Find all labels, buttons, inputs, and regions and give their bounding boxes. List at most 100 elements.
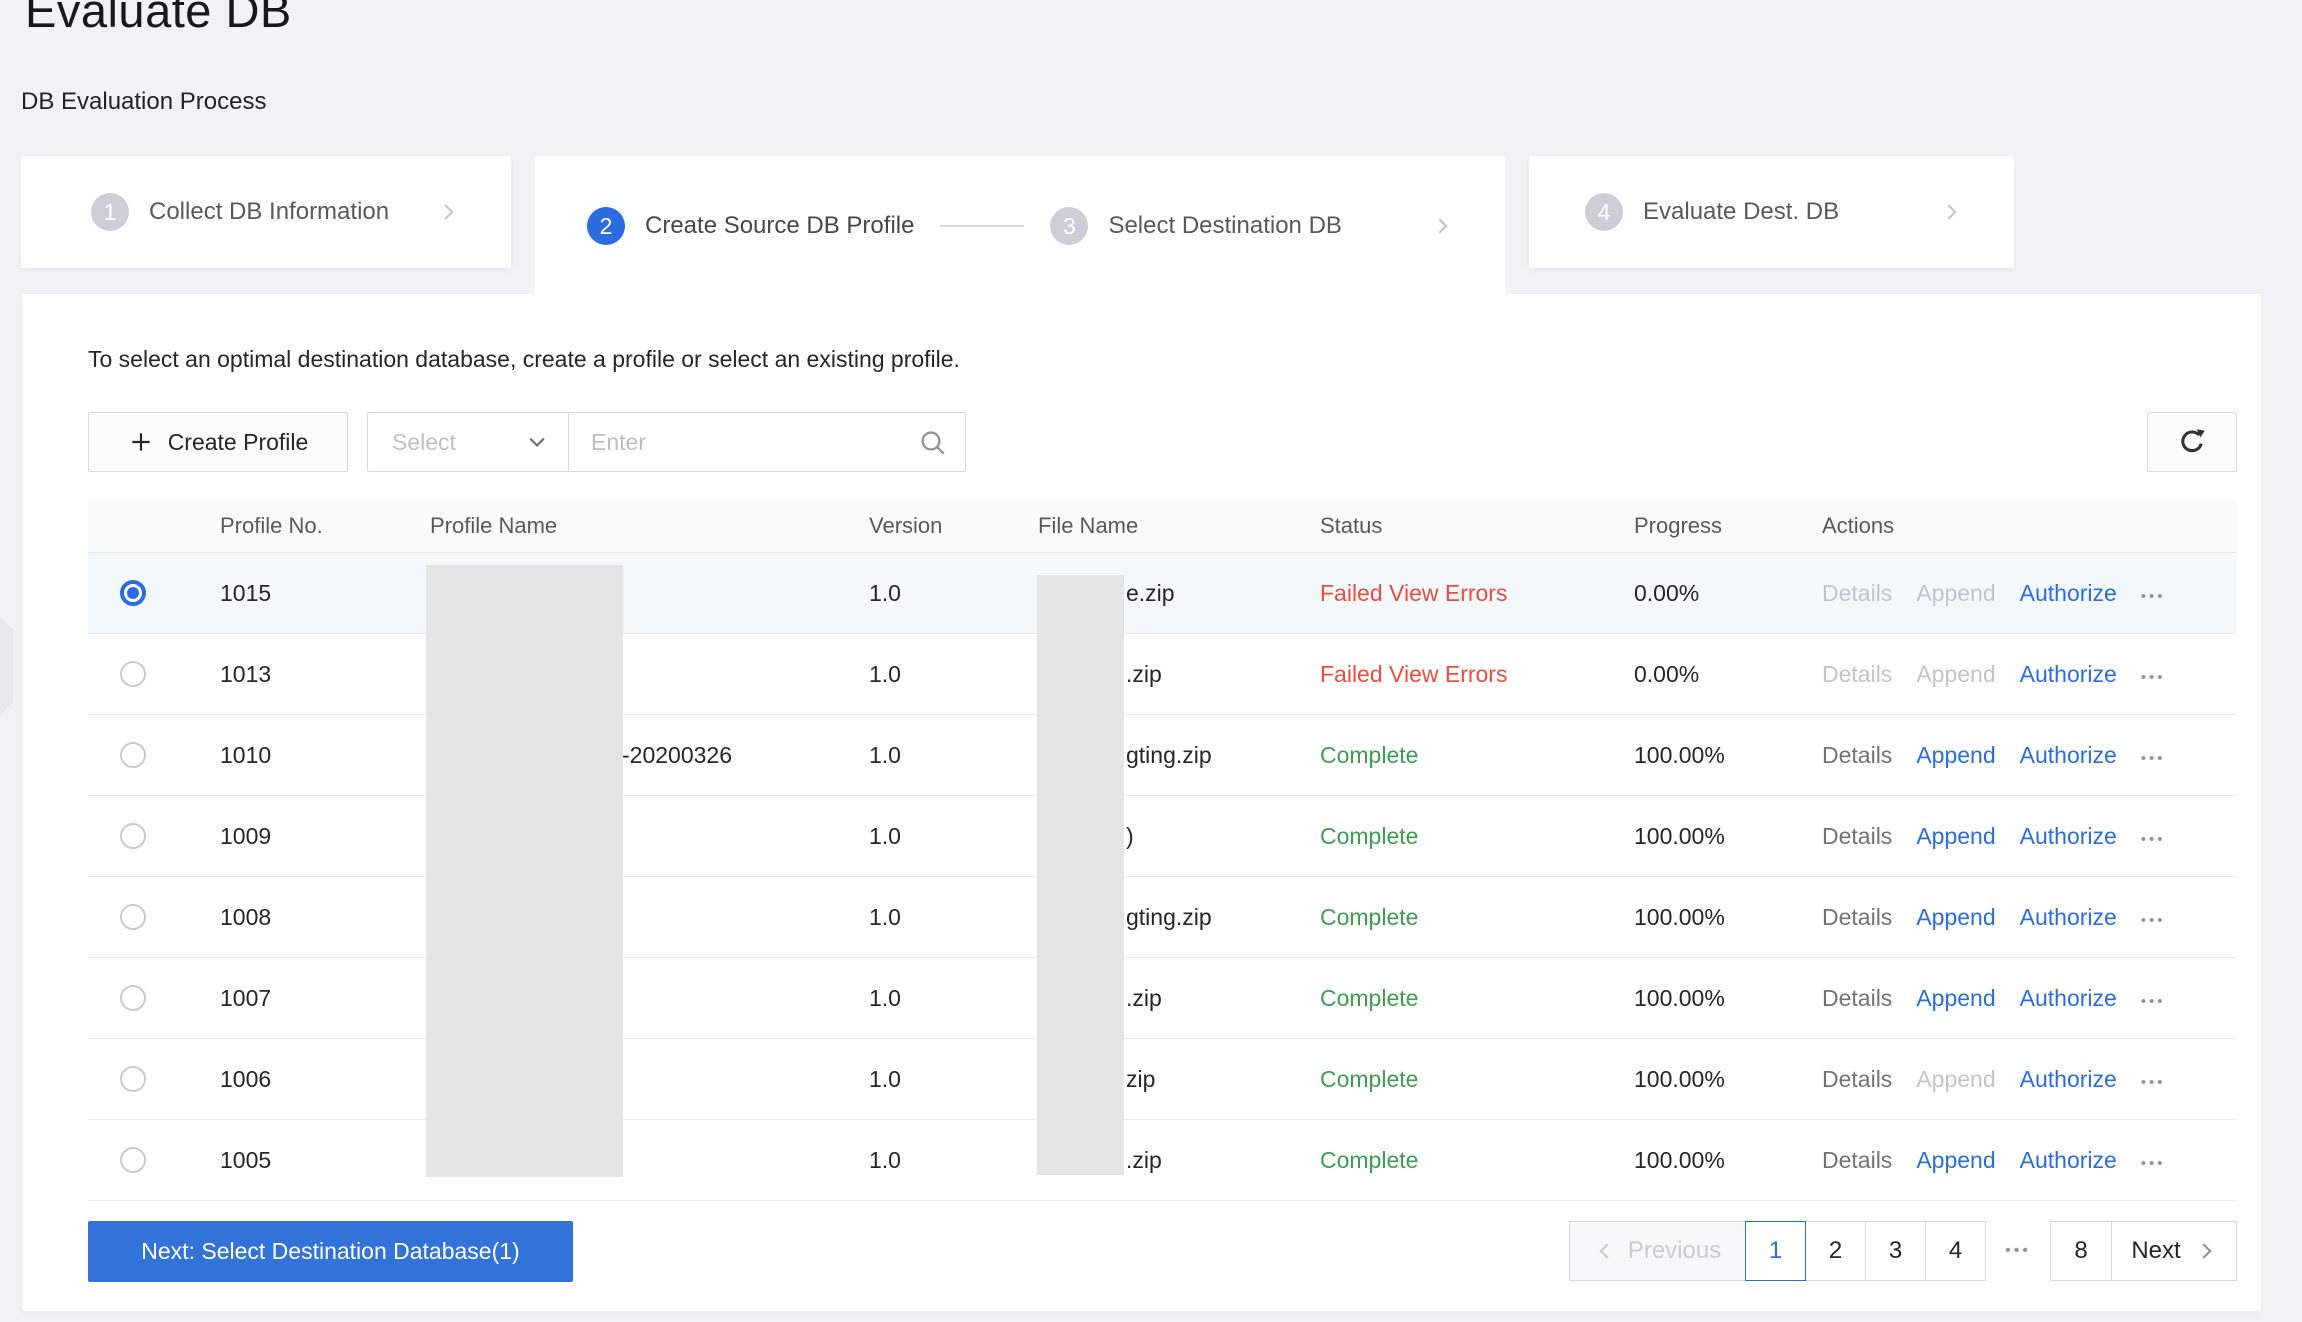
row-radio-1006[interactable] [120,1066,146,1092]
chevron-right-icon [1940,201,1962,223]
pagination-page-1[interactable]: 1 [1745,1221,1806,1281]
more-actions-icon[interactable]: ••• [2141,1149,2166,1172]
more-actions-icon[interactable]: ••• [2141,906,2166,929]
file-name-fragment: e.zip [1126,579,1175,606]
details-action[interactable]: Details [1822,985,1892,1012]
step-card-create-profile-select-destination: 2 Create Source DB Profile 3 Select Dest… [535,156,1505,296]
row-radio-1010[interactable] [120,742,146,768]
profiles-table: Profile No. Profile Name Version File Na… [88,499,2237,1201]
row-radio-1008[interactable] [120,904,146,930]
row-actions: Details Append Authorize ••• [1822,580,2237,607]
row-actions: Details Append Authorize ••• [1822,661,2237,688]
redaction-overlay-file-name [1037,575,1124,1175]
cell-profile-no: 1010 [220,741,272,768]
cell-profile-no: 1007 [220,984,272,1011]
append-action[interactable]: Append [1916,1147,1995,1174]
cell-profile-no: 1006 [220,1065,272,1092]
step-4: 4 Evaluate Dest. DB [1585,193,1839,231]
authorize-action[interactable]: Authorize [2020,1066,2117,1093]
create-profile-button[interactable]: Create Profile [88,412,348,472]
details-action[interactable]: Details [1822,823,1892,850]
radio-cell [88,580,220,606]
step-card-collect-db-information[interactable]: 1 Collect DB Information [21,156,511,268]
row-radio-1009[interactable] [120,823,146,849]
authorize-action[interactable]: Authorize [2020,904,2117,931]
next-select-destination-button[interactable]: Next: Select Destination Database(1) [88,1221,573,1282]
file-name-fragment: .zip [1126,1146,1162,1173]
more-actions-icon[interactable]: ••• [2141,744,2166,767]
radio-cell [88,904,220,930]
refresh-button[interactable] [2147,412,2237,472]
page-title: Evaluate DB [25,0,292,37]
step-4-label: Evaluate Dest. DB [1643,198,1840,225]
table-body: 1015 1.0 e.zip Failed View Errors 0.00% Detai… [88,553,2237,1201]
radio-cell [88,1147,220,1173]
step-1: 1 Collect DB Information [91,193,389,231]
pagination-next-button[interactable]: Next [2111,1221,2237,1281]
status-text: Complete [1320,984,1419,1011]
step-4-circle: 4 [1585,193,1623,231]
more-actions-icon[interactable]: ••• [2141,582,2166,605]
details-action[interactable]: Details [1822,1066,1892,1093]
chevron-down-icon [526,431,548,453]
col-file-name: File Name [1038,512,1139,538]
authorize-action[interactable]: Authorize [2020,823,2117,850]
table-row-profile-1015: 1015 1.0 e.zip Failed View Errors 0.00% Detai… [88,553,2237,634]
details-action[interactable]: Details [1822,1147,1892,1174]
append-action[interactable]: Append [1916,985,1995,1012]
plus-icon [128,429,154,455]
authorize-action[interactable]: Authorize [2020,580,2117,607]
create-profile-label: Create Profile [167,428,309,455]
cell-version: 1.0 [869,1065,901,1092]
section-label: DB Evaluation Process [21,88,267,115]
authorize-action[interactable]: Authorize [2020,985,2117,1012]
search-input[interactable] [569,413,965,471]
step-2-label: Create Source DB Profile [645,212,915,239]
more-actions-icon[interactable]: ••• [2141,987,2166,1010]
radio-cell [88,823,220,849]
row-actions: Details Append Authorize ••• [1822,823,2237,850]
pagination-page-8[interactable]: 8 [2050,1221,2112,1281]
append-action[interactable]: Append [1916,823,1995,850]
row-radio-1013[interactable] [120,661,146,687]
toolbar: Create Profile Select [22,412,2261,472]
filter-select-value: Select [392,428,456,455]
pagination-page-4[interactable]: 4 [1925,1221,1986,1281]
step-2[interactable]: 2 Create Source DB Profile [587,207,914,245]
step-3[interactable]: 3 Select Destination DB [1050,207,1342,245]
status-text: Complete [1320,903,1419,930]
row-actions: Details Append Authorize ••• [1822,742,2237,769]
sidebar-collapse-handle[interactable] [0,617,13,715]
cell-progress: 100.00% [1634,984,1725,1011]
step-card-evaluate-dest-db[interactable]: 4 Evaluate Dest. DB [1529,156,2014,268]
status-text: Complete [1320,1146,1419,1173]
profile-name-fragment: -20200326 [622,741,732,768]
file-name-fragment: gting.zip [1126,903,1212,930]
append-action[interactable]: Append [1916,742,1995,769]
pagination-ellipsis: ••• [2005,1242,2031,1259]
file-name-fragment: zip [1126,1065,1156,1092]
details-action[interactable]: Details [1822,904,1892,931]
authorize-action[interactable]: Authorize [2020,1147,2117,1174]
details-action[interactable]: Details [1822,742,1892,769]
cell-profile-no: 1005 [220,1146,272,1173]
radio-cell [88,661,220,687]
row-radio-1005[interactable] [120,1147,146,1173]
pagination-pages: 1234 [1745,1221,1986,1281]
more-actions-icon[interactable]: ••• [2141,663,2166,686]
row-actions: Details Append Authorize ••• [1822,1066,2237,1093]
pagination-page-2[interactable]: 2 [1805,1221,1866,1281]
cell-version: 1.0 [869,741,901,768]
filter-type-select[interactable]: Select [368,413,569,471]
pagination-previous-button[interactable]: Previous [1569,1221,1746,1281]
append-action[interactable]: Append [1916,904,1995,931]
authorize-action[interactable]: Authorize [2020,742,2117,769]
row-radio-1007[interactable] [120,985,146,1011]
row-radio-1015[interactable] [120,580,146,606]
more-actions-icon[interactable]: ••• [2141,1068,2166,1091]
authorize-action[interactable]: Authorize [2020,661,2117,688]
more-actions-icon[interactable]: ••• [2141,825,2166,848]
file-name-fragment: ) [1126,822,1134,849]
pagination-page-3[interactable]: 3 [1865,1221,1926,1281]
search-icon[interactable] [917,427,949,464]
